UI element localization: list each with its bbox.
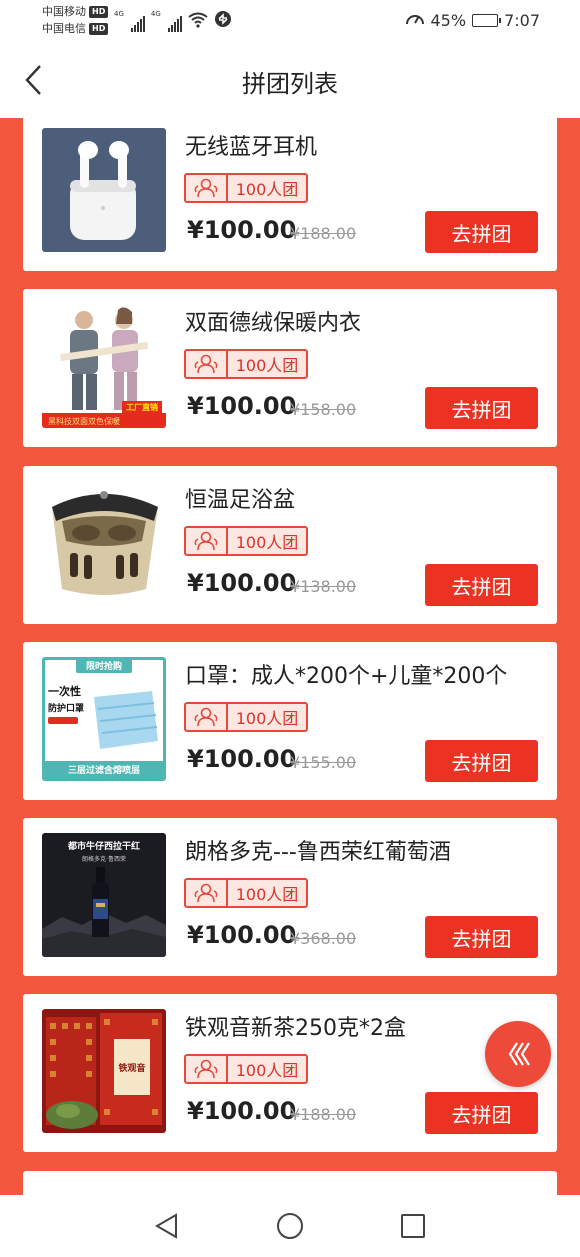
original-price: ¥158.00 bbox=[290, 400, 357, 419]
product-title: 朗格多克---鲁西荣红葡萄酒 bbox=[185, 840, 451, 865]
network-type-1: 4G bbox=[114, 10, 124, 18]
product-image-foot-bath[interactable] bbox=[42, 481, 166, 605]
group-people-icon bbox=[186, 175, 228, 201]
group-price: ¥100.00 bbox=[187, 392, 297, 420]
foot-bath-image bbox=[42, 481, 166, 605]
product-title: 恒温足浴盆 bbox=[185, 488, 296, 513]
product-title: 铁观音新茶250克*2盒 bbox=[185, 1016, 406, 1041]
battery-percent: 45% bbox=[430, 10, 467, 30]
product-title: 无线蓝牙耳机 bbox=[185, 135, 318, 160]
masks-image: 限时抢购 一次性 防护口罩 三层过滤含熔喷层 bbox=[42, 657, 166, 781]
underwear-banner-text: 黑科技双面双色保暖 bbox=[48, 416, 120, 426]
nav-back-button[interactable] bbox=[152, 1211, 182, 1241]
carrier-1: 中国移动 bbox=[42, 5, 86, 18]
speedometer-icon bbox=[405, 9, 425, 31]
join-group-button[interactable]: 去拼团 bbox=[425, 1092, 538, 1134]
underwear-image: 工厂直销 黑科技双面双色保暖 bbox=[42, 304, 166, 428]
status-bar: 中国移动 HD 中国电信 HD 4G 4G 45% 7:07 bbox=[0, 0, 580, 40]
double-chevron-left-icon bbox=[508, 1042, 530, 1066]
wine-sub-text: 朗格多克·鲁西荣 bbox=[82, 855, 126, 863]
system-navigation-bar bbox=[0, 1195, 580, 1257]
clock: 7:07 bbox=[504, 10, 540, 30]
product-title: 口罩：成人*200个+儿童*200个 bbox=[185, 664, 508, 689]
hd-badge: HD bbox=[89, 22, 109, 35]
product-card[interactable]: 限时抢购 一次性 防护口罩 三层过滤含熔喷层 口罩：成人*200个+儿童*200… bbox=[23, 642, 557, 800]
underwear-badge-text: 工厂直销 bbox=[126, 402, 158, 412]
mask-line1-text: 一次性 bbox=[48, 684, 81, 698]
group-size-label: 100人团 bbox=[235, 1061, 299, 1080]
group-size-label: 100人团 bbox=[235, 533, 299, 552]
page-title: 拼团列表 bbox=[242, 70, 338, 98]
original-price: ¥155.00 bbox=[290, 753, 357, 772]
group-size-badge: 100人团 bbox=[184, 173, 308, 203]
join-group-button[interactable]: 去拼团 bbox=[425, 916, 538, 958]
join-group-button[interactable]: 去拼团 bbox=[425, 211, 538, 253]
product-image-earbuds[interactable] bbox=[42, 128, 166, 252]
wine-image: 都市牛仔西拉干红 朗格多克·鲁西荣 bbox=[42, 833, 166, 957]
group-size-label: 100人团 bbox=[235, 180, 299, 199]
group-people-icon bbox=[186, 704, 228, 730]
group-price: ¥100.00 bbox=[187, 921, 297, 949]
mask-line2-text: 防护口罩 bbox=[48, 702, 84, 714]
tea-image: 铁观音 bbox=[42, 1009, 166, 1133]
product-title: 双面德绒保暖内衣 bbox=[185, 311, 362, 336]
original-price: ¥188.00 bbox=[290, 224, 357, 243]
tea-label-text: 铁观音 bbox=[118, 1062, 145, 1074]
wifi-icon bbox=[188, 12, 208, 32]
group-size-label: 100人团 bbox=[235, 356, 299, 375]
mask-tag-text: 限时抢购 bbox=[86, 660, 122, 672]
mask-bottom-text: 三层过滤含熔喷层 bbox=[68, 764, 140, 776]
triangle-back-icon bbox=[155, 1213, 177, 1239]
group-size-badge: 100人团 bbox=[184, 526, 308, 556]
product-card-partial[interactable] bbox=[23, 1171, 557, 1195]
group-people-icon bbox=[186, 351, 228, 377]
group-people-icon bbox=[186, 1056, 228, 1082]
product-card[interactable]: 无线蓝牙耳机 100人团 ¥100.00 ¥188.00 去拼团 bbox=[23, 118, 557, 271]
wine-title-text: 都市牛仔西拉干红 bbox=[67, 840, 140, 852]
product-card[interactable]: 恒温足浴盆 100人团 ¥100.00 ¥138.00 去拼团 bbox=[23, 466, 557, 624]
navigation-bar: 拼团列表 bbox=[0, 40, 580, 120]
group-price: ¥100.00 bbox=[187, 216, 297, 244]
group-price: ¥100.00 bbox=[187, 745, 297, 773]
product-card[interactable]: 工厂直销 黑科技双面双色保暖 双面德绒保暖内衣 100人团 ¥100.00 ¥1… bbox=[23, 289, 557, 447]
carrier-info: 中国移动 HD 中国电信 HD bbox=[42, 3, 109, 37]
floating-action-button[interactable] bbox=[485, 1021, 551, 1087]
network-type-2: 4G bbox=[150, 10, 161, 18]
group-size-label: 100人团 bbox=[235, 709, 299, 728]
group-size-badge: 100人团 bbox=[184, 702, 308, 732]
product-image-wine[interactable]: 都市牛仔西拉干红 朗格多克·鲁西荣 bbox=[42, 833, 166, 957]
square-recent-icon bbox=[401, 1214, 425, 1238]
product-image-masks[interactable]: 限时抢购 一次性 防护口罩 三层过滤含熔喷层 bbox=[42, 657, 166, 781]
nav-recent-button[interactable] bbox=[398, 1211, 428, 1241]
group-size-badge: 100人团 bbox=[184, 1054, 308, 1084]
group-price: ¥100.00 bbox=[187, 569, 297, 597]
circle-home-icon bbox=[277, 1213, 303, 1239]
nav-home-button[interactable] bbox=[275, 1211, 305, 1241]
join-group-button[interactable]: 去拼团 bbox=[425, 387, 538, 429]
sync-icon bbox=[214, 10, 232, 32]
join-group-button[interactable]: 去拼团 bbox=[425, 564, 538, 606]
hd-badge: HD bbox=[89, 5, 109, 18]
battery-icon bbox=[472, 13, 502, 27]
signal-icons: 4G 4G bbox=[114, 10, 232, 32]
group-people-icon bbox=[186, 880, 228, 906]
original-price: ¥188.00 bbox=[290, 1105, 357, 1124]
original-price: ¥138.00 bbox=[290, 577, 357, 596]
carrier-2: 中国电信 bbox=[42, 22, 86, 35]
join-group-button[interactable]: 去拼团 bbox=[425, 740, 538, 782]
group-people-icon bbox=[186, 528, 228, 554]
signal-icon bbox=[130, 16, 145, 32]
earbuds-image bbox=[42, 128, 166, 252]
product-card[interactable]: 铁观音 铁观音新茶250克*2盒 100人团 ¥100.00 ¥188.00 去… bbox=[23, 994, 557, 1152]
product-image-tea[interactable]: 铁观音 bbox=[42, 1009, 166, 1133]
product-image-underwear[interactable]: 工厂直销 黑科技双面双色保暖 bbox=[42, 304, 166, 428]
original-price: ¥368.00 bbox=[290, 929, 357, 948]
group-size-label: 100人团 bbox=[235, 885, 299, 904]
signal-icon bbox=[167, 16, 182, 32]
status-right: 45% 7:07 bbox=[405, 9, 540, 31]
group-size-badge: 100人团 bbox=[184, 349, 308, 379]
group-price: ¥100.00 bbox=[187, 1097, 297, 1125]
group-size-badge: 100人团 bbox=[184, 878, 308, 908]
product-card[interactable]: 都市牛仔西拉干红 朗格多克·鲁西荣 朗格多克---鲁西荣红葡萄酒 100人团 ¥… bbox=[23, 818, 557, 976]
